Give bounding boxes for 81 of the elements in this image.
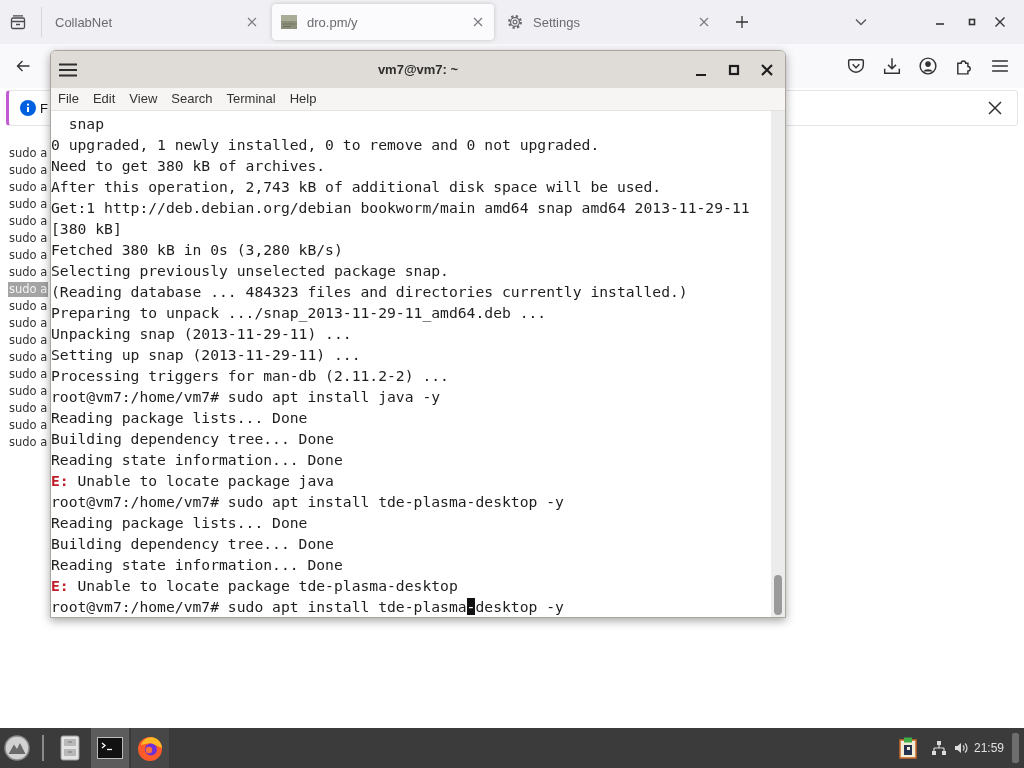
terminal-line: Get:1 http://deb.debian.org/debian bookworm/main amd64 snap amd64 2013-11-29-11: [51, 198, 750, 218]
ring-logo-icon: [137, 735, 163, 761]
list-item[interactable]: sudo a: [8, 299, 49, 314]
list-item[interactable]: sudo a: [8, 180, 49, 195]
back-arrow-icon[interactable]: [15, 58, 31, 74]
close-icon[interactable]: [994, 16, 1006, 28]
shield-chevron-icon[interactable]: [847, 57, 865, 75]
terminal-line: Building dependency tree... Done: [51, 429, 334, 449]
list-item[interactable]: sudo a: [8, 401, 49, 416]
scrollbar-thumb[interactable]: [774, 575, 782, 615]
menu-item[interactable]: File: [51, 90, 86, 108]
list-item[interactable]: sudo a: [8, 333, 49, 348]
puzzle-icon[interactable]: [955, 57, 973, 75]
terminal-line: root@vm7:/home/vm7# sudo apt install java -y: [51, 387, 441, 407]
list-item[interactable]: sudo a: [8, 350, 49, 365]
list-item[interactable]: sudo a: [8, 384, 49, 399]
terminal-line: Preparing to unpack .../snap_2013-11-29-11_amd64.deb ...: [51, 303, 547, 323]
terminal-line: snap: [67, 114, 105, 134]
browser-tab[interactable]: dro.pm/y: [272, 4, 494, 40]
settings-icon: [507, 14, 523, 30]
menu-item[interactable]: Terminal: [219, 90, 283, 108]
speaker-icon[interactable]: [953, 742, 968, 754]
terminal-line: Need to get 380 kB of archives.: [51, 156, 326, 176]
terminal-line: Reading state information... Done: [51, 555, 343, 575]
menu-icon[interactable]: [991, 57, 1009, 75]
list-item[interactable]: sudo a: [8, 248, 49, 263]
terminal-line: (Reading database ... 484323 files and directories currently installed.): [51, 282, 688, 302]
list-item[interactable]: sudo a: [8, 146, 49, 161]
menu-item[interactable]: Edit: [85, 90, 123, 108]
error-line: E: Unable to locate package java: [51, 471, 334, 491]
list-item[interactable]: sudo a: [8, 418, 49, 433]
list-item[interactable]: sudo a: [8, 265, 49, 280]
chevron-down-icon[interactable]: [855, 18, 867, 26]
download-icon[interactable]: [883, 57, 901, 75]
taskbar-button[interactable]: [91, 728, 129, 768]
info-icon: [20, 100, 36, 116]
new-tab-icon[interactable]: [736, 16, 748, 28]
file-cabinet-icon: [60, 735, 80, 761]
terminal-icon: [97, 737, 123, 759]
list-item[interactable]: sudo a: [8, 163, 49, 178]
command-line[interactable]: root@vm7:/home/vm7# sudo apt install tde-plasma-desktop -y: [51, 596, 564, 617]
browser-tab[interactable]: Settings: [498, 4, 720, 40]
network-icon[interactable]: [930, 740, 947, 756]
window-title: vm7@vm7: ~: [377, 62, 459, 77]
terminal-line: Reading state information... Done: [51, 450, 343, 470]
maximize-icon[interactable]: [966, 16, 978, 28]
terminal-line: Building dependency tree... Done: [51, 534, 334, 554]
list-item[interactable]: sudo a: [8, 367, 49, 382]
list-item[interactable]: sudo a: [8, 435, 49, 450]
clock: 21:59: [973, 741, 1004, 755]
terminal-line: Selecting previously unselected package snap.: [51, 261, 449, 281]
terminal-line: Fetched 380 kB in 0s (3,280 kB/s): [51, 240, 343, 260]
maximize-icon[interactable]: [727, 62, 741, 77]
list-item[interactable]: sudo a: [8, 197, 49, 212]
menu-item[interactable]: View: [122, 90, 165, 108]
terminal-line: 0 upgraded, 1 newly installed, 0 to remove and 0 not upgraded.: [51, 135, 600, 155]
page-thumbnail-icon: [281, 14, 297, 30]
terminal-line: Reading package lists... Done: [51, 513, 308, 533]
menu-icon[interactable]: [59, 62, 77, 77]
terminal-line: Processing triggers for man-db (2.11.2-2) ...: [51, 366, 449, 386]
clipboard-icon[interactable]: [898, 737, 917, 759]
terminal-line: [380 kB]: [51, 219, 122, 239]
list-item[interactable]: sudo a: [8, 231, 49, 246]
menu-item[interactable]: Search: [164, 90, 220, 108]
terminal-line: Reading package lists... Done: [51, 408, 308, 428]
list-item[interactable]: sudo a: [8, 214, 49, 229]
terminal-line: Unpacking snap (2013-11-29-11) ...: [51, 324, 352, 344]
terminal-line: root@vm7:/home/vm7# sudo apt install tde-plasma-desktop -y: [51, 492, 564, 512]
box-icon[interactable]: [10, 14, 26, 30]
close-icon[interactable]: [760, 62, 774, 77]
mountain-logo-icon[interactable]: [4, 735, 30, 761]
menu-item[interactable]: Help: [282, 90, 324, 108]
account-icon[interactable]: [919, 57, 937, 75]
close-icon[interactable]: [988, 101, 1002, 115]
notification-text: F: [40, 100, 48, 116]
terminal-line: Setting up snap (2013-11-29-11) ...: [51, 345, 361, 365]
terminal-line: After this operation, 2,743 kB of additional disk space will be used.: [51, 177, 662, 197]
list-item[interactable]: sudo a: [8, 316, 49, 331]
error-line: E: Unable to locate package tde-plasma-desktop: [51, 576, 458, 596]
taskbar-button[interactable]: [131, 728, 169, 768]
browser-tab[interactable]: CollabNet: [46, 4, 268, 40]
